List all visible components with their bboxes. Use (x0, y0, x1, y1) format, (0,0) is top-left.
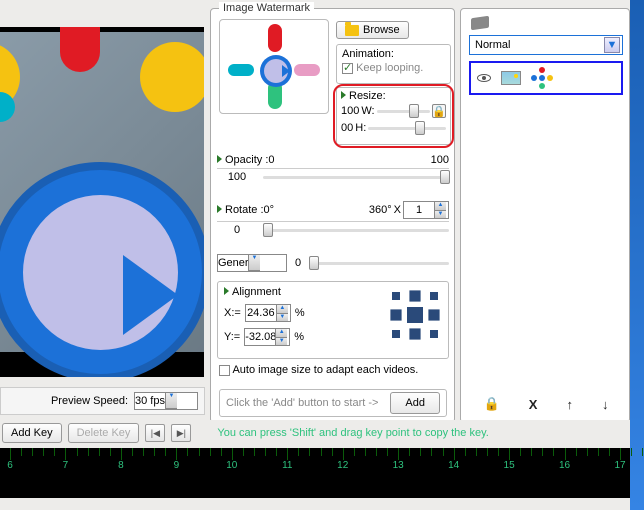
auto-size-label: Auto image size to adapt each videos. (232, 364, 418, 376)
resize-h-slider[interactable] (368, 127, 446, 130)
animation-box: Animation: Keep looping. (336, 44, 451, 84)
timeline-tick-label: 7 (63, 460, 69, 471)
delete-tool-icon[interactable]: X (529, 397, 538, 412)
align-ml[interactable] (390, 309, 401, 320)
prev-frame-button[interactable]: |◀ (145, 424, 165, 442)
timeline-tick-label: 13 (393, 460, 404, 471)
timeline-tick-label: 11 (282, 460, 292, 471)
video-preview (0, 27, 204, 377)
blend-mode-value: Normal (475, 39, 510, 51)
timeline-tick-label: 14 (448, 460, 459, 471)
general-dropdown[interactable]: ▼ (217, 254, 287, 272)
image-watermark-panel: Image Watermark Browse Animation: Keep l… (210, 8, 455, 423)
timeline-tick-label: 8 (118, 460, 124, 471)
alignment-grid (388, 288, 442, 342)
dropdown-arrow-icon: ▼ (604, 37, 620, 53)
move-down-icon[interactable]: ↓ (602, 397, 609, 412)
resize-title: Resize: (349, 90, 386, 102)
timeline[interactable]: 6 7 8 9 10 11 12 13 14 15 16 17 (0, 448, 630, 498)
keep-looping-label: Keep looping. (356, 62, 423, 74)
opacity-section: Opacity :0 100 100 (217, 154, 449, 196)
timeline-tick-label: 16 (559, 460, 570, 471)
add-key-button[interactable]: Add Key (2, 423, 62, 443)
alignment-x-spinner[interactable]: ▲▼ (245, 304, 291, 322)
align-tc[interactable] (409, 290, 420, 301)
rotate-section: Rotate :0° 360° X ▲▼ 0 (217, 201, 449, 243)
resize-w-value: 100 (341, 105, 359, 117)
image-icon (501, 71, 521, 85)
expand-icon[interactable] (341, 91, 346, 99)
rotate-slider[interactable] (263, 229, 449, 232)
layer-thumbnail (531, 67, 553, 89)
resize-w-slider[interactable] (377, 110, 430, 113)
opacity-value: 100 (217, 171, 257, 183)
add-hint-text: Click the 'Add' button to start -> (226, 397, 382, 409)
delete-key-button[interactable]: Delete Key (68, 423, 140, 443)
panel-title: Image Watermark (219, 2, 314, 14)
alignment-title: Alignment (232, 286, 281, 298)
browse-button[interactable]: Browse (336, 21, 409, 39)
general-slider[interactable] (309, 262, 449, 265)
timeline-tick-label: 10 (226, 460, 237, 471)
timeline-tick-label: 6 (7, 460, 13, 471)
blend-mode-dropdown[interactable]: Normal ▼ (469, 35, 623, 55)
resize-w-label: W: (361, 105, 374, 117)
move-up-icon[interactable]: ↑ (566, 397, 573, 412)
lock-icon[interactable]: 🔒 (432, 104, 446, 118)
animation-title: Animation: (342, 48, 445, 60)
eye-icon[interactable] (477, 74, 491, 82)
alignment-section: Alignment X:= ▲▼ % Y:= ▲▼ % (217, 281, 449, 359)
align-bl[interactable] (392, 330, 400, 338)
align-mr[interactable] (428, 309, 439, 320)
opacity-slider[interactable] (263, 176, 449, 179)
layer-item[interactable] (469, 61, 623, 95)
timeline-tick-label: 15 (504, 460, 515, 471)
preview-speed-label: Preview Speed: (51, 395, 128, 407)
auto-size-row: Auto image size to adapt each videos. (219, 364, 418, 376)
watermark-thumbnail[interactable] (219, 19, 329, 114)
align-br[interactable] (430, 330, 438, 338)
alignment-y-spinner[interactable]: ▲▼ (244, 328, 290, 346)
resize-box: Resize: 100 W: 🔒 00 H: (336, 87, 451, 145)
shift-hint-text: You can press 'Shift' and drag key point… (217, 427, 488, 439)
timeline-tick-label: 9 (174, 460, 180, 471)
rotate-value: 0 (217, 224, 257, 236)
scanner-icon[interactable] (471, 16, 489, 31)
timeline-tick-label: 12 (337, 460, 348, 471)
add-button[interactable]: Add (390, 392, 440, 414)
folder-icon (345, 25, 359, 36)
preview-speed-dropdown[interactable]: ▼ (134, 392, 198, 410)
lock-tool-icon[interactable]: 🔒 (484, 396, 500, 412)
next-frame-button[interactable]: ▶| (171, 424, 191, 442)
rotate-mult-spinner[interactable]: ▲▼ (403, 201, 449, 219)
browse-label: Browse (363, 24, 400, 36)
align-tr[interactable] (430, 292, 438, 300)
resize-h-label: H: (355, 122, 366, 134)
align-mc[interactable] (407, 307, 423, 323)
align-bc[interactable] (409, 328, 420, 339)
timeline-tick-label: 17 (614, 460, 625, 471)
keep-looping-checkbox[interactable] (342, 63, 353, 74)
general-value: 0 (295, 257, 301, 269)
resize-h-value: 00 (341, 122, 353, 134)
align-tl[interactable] (392, 292, 400, 300)
auto-size-checkbox[interactable] (219, 365, 230, 376)
layers-panel: Normal ▼ 🔒 X ↑ ↓ (460, 8, 630, 423)
